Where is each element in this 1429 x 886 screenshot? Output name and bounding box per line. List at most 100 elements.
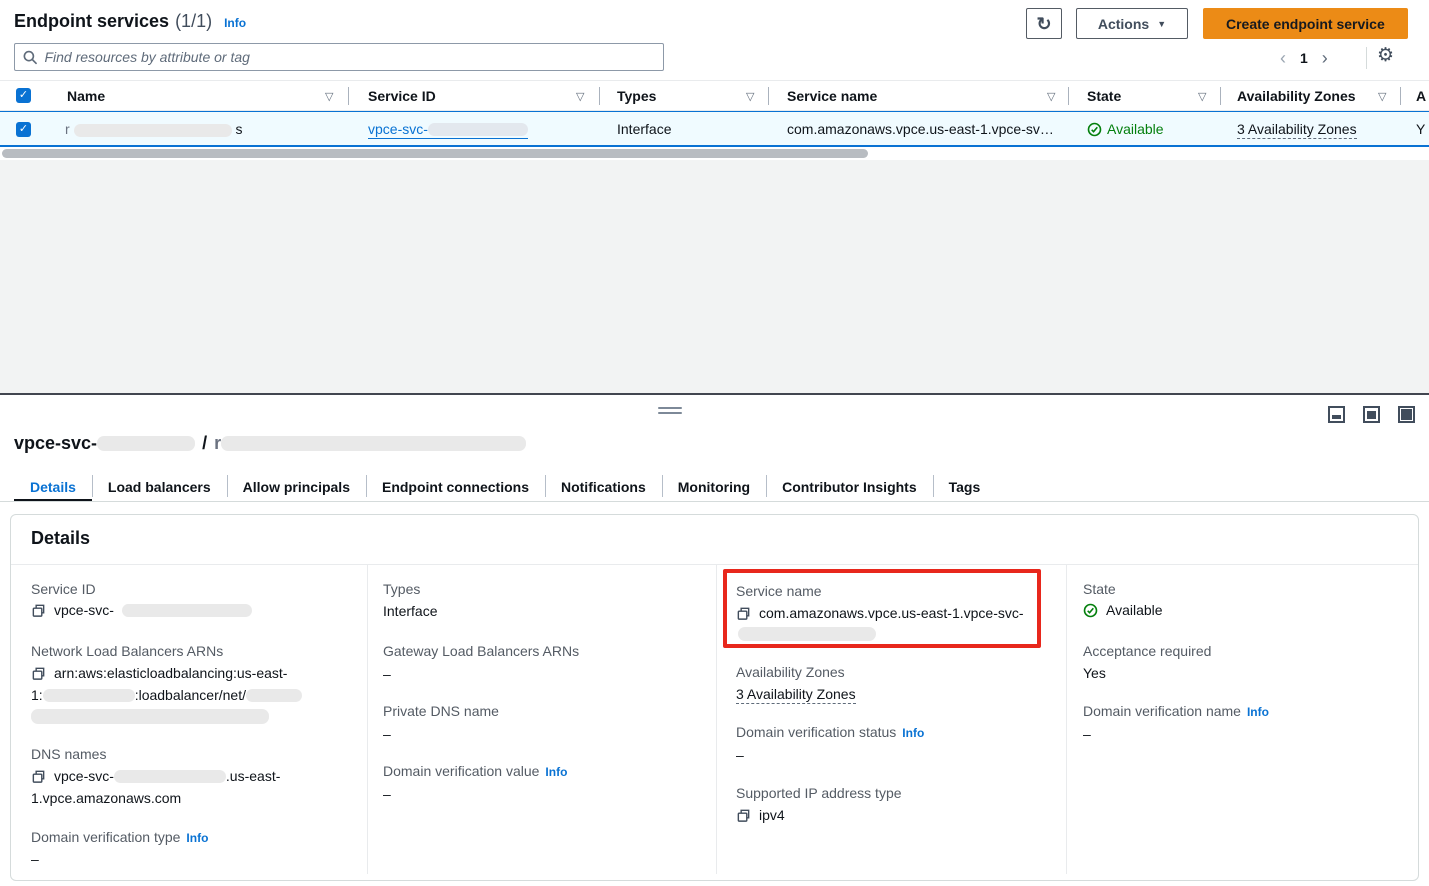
actions-label: Actions: [1098, 16, 1149, 32]
field-label-domain-verification-value: Domain verification valueInfo: [383, 763, 567, 779]
panel-size-medium-icon[interactable]: [1363, 406, 1380, 423]
copy-icon[interactable]: [736, 606, 751, 621]
create-label: Create endpoint service: [1226, 16, 1385, 32]
sort-icon-service-name[interactable]: ▽: [1047, 90, 1055, 103]
tab-tags[interactable]: Tags: [933, 471, 997, 502]
field-label-glb-arns: Gateway Load Balancers ARNs: [383, 643, 579, 659]
status-available-icon: [1083, 603, 1098, 618]
sort-icon-availability-zones[interactable]: ▽: [1378, 90, 1386, 103]
tab-details[interactable]: Details: [14, 471, 92, 502]
row-service-id-link[interactable]: vpce-svc-: [368, 121, 528, 139]
search-input[interactable]: [44, 49, 655, 65]
split-panel-drag-handle[interactable]: [658, 407, 682, 415]
field-label-state: State: [1083, 581, 1116, 597]
copy-icon[interactable]: [31, 769, 46, 784]
field-value-supported-ip: ipv4: [736, 807, 785, 823]
refresh-button[interactable]: ↻: [1026, 8, 1062, 39]
toolbar-divider: [1366, 47, 1367, 69]
column-divider: [1400, 87, 1401, 105]
sort-icon-service-id[interactable]: ▽: [576, 90, 584, 103]
field-value-availability-zones[interactable]: 3 Availability Zones: [736, 686, 856, 704]
pagination-page-number[interactable]: 1: [1300, 50, 1308, 66]
field-value-glb-arns: –: [383, 666, 391, 682]
redacted-text: [97, 436, 195, 451]
tab-allow-principals[interactable]: Allow principals: [227, 471, 366, 502]
row-checkbox[interactable]: ✓: [16, 122, 31, 137]
field-label-types: Types: [383, 581, 420, 597]
column-divider: [367, 565, 368, 874]
field-value-state: Available: [1083, 602, 1163, 618]
select-all-checkbox[interactable]: ✓: [16, 88, 31, 103]
column-header-service-name[interactable]: Service name: [787, 88, 877, 104]
panel-size-small-icon[interactable]: [1328, 406, 1345, 423]
header-info-link[interactable]: Info: [224, 16, 246, 30]
field-value-service-id: vpce-svc-: [31, 602, 252, 618]
row-state-cell: Available: [1087, 121, 1164, 137]
field-value-domain-verification-type: –: [31, 851, 39, 867]
column-divider: [1068, 87, 1069, 105]
sort-icon-state[interactable]: ▽: [1198, 90, 1206, 103]
page-title: Endpoint services: [14, 11, 169, 32]
chevron-down-icon: ▼: [1157, 19, 1166, 29]
create-endpoint-service-button[interactable]: Create endpoint service: [1203, 8, 1408, 39]
panel-size-large-icon[interactable]: [1398, 406, 1415, 423]
panel-title-fragment: r: [214, 433, 221, 454]
info-link[interactable]: Info: [902, 726, 924, 740]
field-label-service-name: Service name: [736, 583, 822, 599]
copy-icon[interactable]: [736, 808, 751, 823]
column-divider: [768, 87, 769, 105]
details-card: Details Service ID vpce-svc- Network Loa…: [10, 514, 1419, 881]
field-value-dns-line1: vpce-svc- .us-east-: [31, 768, 280, 784]
table-row[interactable]: ✓ r s vpce-svc- Interface com.amazonaws.…: [0, 111, 1429, 147]
row-name-cell: r s: [65, 121, 242, 137]
card-header-divider: [11, 564, 1418, 565]
tab-endpoint-connections[interactable]: Endpoint connections: [366, 471, 545, 502]
redacted-text: [31, 709, 269, 724]
tab-contributor-insights[interactable]: Contributor Insights: [766, 471, 933, 502]
column-header-service-id[interactable]: Service ID: [368, 88, 436, 104]
settings-gear-icon[interactable]: ⚙: [1377, 44, 1394, 67]
pagination-prev-icon[interactable]: ‹: [1280, 48, 1286, 69]
column-header-state[interactable]: State: [1087, 88, 1121, 104]
actions-button[interactable]: Actions ▼: [1076, 8, 1188, 39]
resource-count: (1/1): [175, 11, 212, 32]
info-link[interactable]: Info: [186, 831, 208, 845]
pagination-next-icon[interactable]: ›: [1322, 48, 1328, 69]
column-header-clipped: A: [1416, 88, 1426, 104]
field-value-acceptance-required: Yes: [1083, 665, 1106, 681]
row-name-fragment: s: [235, 121, 242, 137]
state-label: Available: [1107, 121, 1164, 137]
tab-monitoring[interactable]: Monitoring: [662, 471, 766, 502]
field-value-nlb-line3: [31, 709, 269, 724]
column-header-name[interactable]: Name: [67, 88, 105, 104]
tabs-rule: [0, 501, 1429, 502]
service-id-prefix: vpce-svc-: [54, 602, 114, 618]
sort-icon-name[interactable]: ▽: [325, 90, 333, 103]
copy-icon[interactable]: [31, 603, 46, 618]
tab-load-balancers[interactable]: Load balancers: [92, 471, 227, 502]
field-label-dns-names: DNS names: [31, 746, 106, 762]
tab-notifications[interactable]: Notifications: [545, 471, 662, 502]
redacted-text: [738, 627, 876, 641]
endpoint-services-page: Endpoint services (1/1) Info ↻ Actions ▼…: [0, 0, 1429, 886]
table-header: ✓ Name ▽ Service ID ▽ Types ▽ Service na…: [0, 81, 1429, 111]
field-label-domain-verification-name: Domain verification nameInfo: [1083, 703, 1269, 719]
copy-icon[interactable]: [31, 666, 46, 681]
info-link[interactable]: Info: [1247, 705, 1269, 719]
field-label-service-id: Service ID: [31, 581, 96, 597]
field-value-domain-verification-status: –: [736, 747, 744, 763]
field-value-dns-line2: 1.vpce.amazonaws.com: [31, 790, 181, 806]
split-panel: vpce-svc- / r Details Load balancers All…: [0, 393, 1429, 886]
info-link[interactable]: Info: [545, 765, 567, 779]
split-panel-controls: [1328, 406, 1415, 423]
search-icon: [23, 50, 37, 65]
search-box[interactable]: [14, 43, 664, 71]
sort-icon-types[interactable]: ▽: [746, 90, 754, 103]
column-header-availability-zones[interactable]: Availability Zones: [1237, 88, 1356, 104]
tab-bar: Details Load balancers Allow principals …: [14, 471, 996, 502]
column-header-types[interactable]: Types: [617, 88, 656, 104]
row-service-name-cell: com.amazonaws.vpce.us-east-1.vpce-sv…: [787, 121, 1059, 137]
row-availability-zones-link[interactable]: 3 Availability Zones: [1237, 121, 1357, 137]
column-divider: [716, 565, 717, 874]
horizontal-scrollbar-thumb[interactable]: [2, 149, 868, 158]
